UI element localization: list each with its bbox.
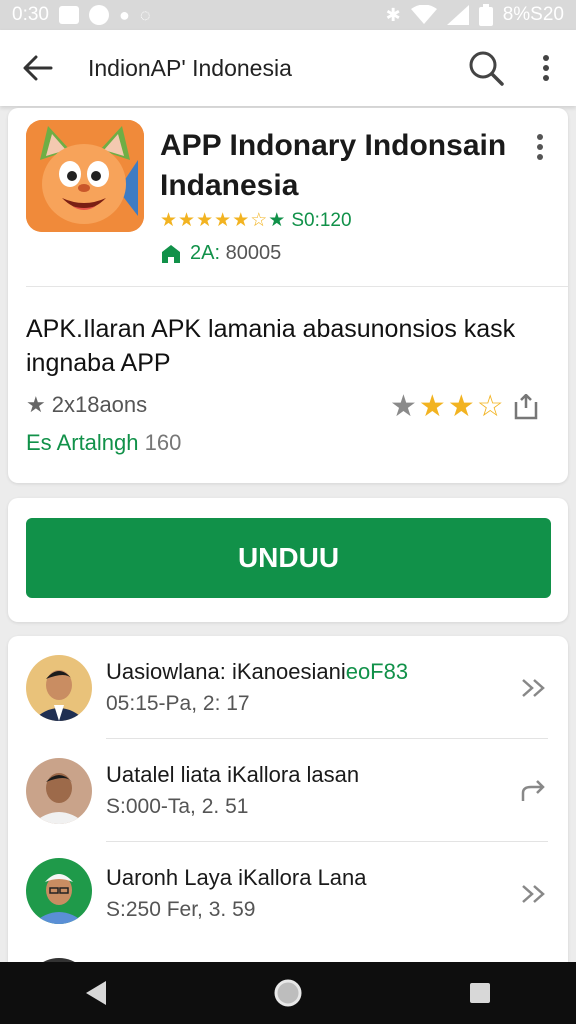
share-arrow-icon[interactable] [518, 775, 550, 807]
list-item[interactable]: Uatalel liata iKallora lasan S:000-Ta, 2… [8, 739, 568, 842]
list-item-subtitle: 05:15-Pa, 2: 17 [106, 691, 250, 715]
app-bar: IndionAP' Indonesia [0, 30, 576, 106]
nav-back-button[interactable] [66, 962, 126, 1024]
image-icon [58, 6, 79, 24]
nav-home-icon [274, 979, 302, 1007]
list-item[interactable]: Uasiowlana: iKanoesianieoF83 05:15-Pa, 2… [8, 636, 568, 739]
search-button[interactable] [456, 30, 516, 106]
app-bar-title: IndionAP' Indonesia [88, 54, 292, 81]
double-chevron-right-icon[interactable] [518, 672, 550, 704]
card-menu-button[interactable] [528, 130, 552, 164]
app-info-card: APP Indonary Indonsain Indanesia ★ ★ ★ ★… [8, 108, 568, 483]
developer-line: Es Artalngh 160 [26, 430, 181, 456]
list-item-text: Uasiowlana: iKanoesianieoF83 05:15-Pa, 2… [106, 657, 408, 719]
star-icon[interactable]: ★ [390, 392, 417, 422]
meta-text: 2x18aons [51, 392, 148, 417]
rating-value: S0:120 [291, 210, 352, 231]
status-time: 0:30 [12, 4, 49, 25]
star-icon: ★ [26, 392, 46, 417]
list-item-title: Uasiowlana: iKanoesianieoF83 [106, 657, 408, 687]
list-item[interactable]: Uaronh Laya iKallora Lana S:250 Fer, 3. … [8, 842, 568, 945]
person-avatar-icon [26, 758, 92, 824]
person-avatar-icon [26, 858, 92, 924]
search-icon [469, 51, 504, 86]
avatar [26, 655, 92, 721]
status-bar: 0:30 ● ◌ ✱ 8%S20 [0, 0, 576, 30]
related-list-card: Uasiowlana: iKanoesianieoF83 05:15-Pa, 2… [8, 636, 568, 976]
battery-icon [478, 4, 493, 26]
system-nav-bar [0, 962, 576, 1024]
install-button[interactable]: UNDUU [26, 518, 551, 598]
developer-name[interactable]: Es Artalngh [26, 430, 139, 455]
list-item-text: Uatalel liata iKallora lasan S:000-Ta, 2… [106, 760, 359, 822]
more-vert-icon [537, 134, 543, 160]
app-icon[interactable] [26, 120, 144, 232]
downloads-row: 2A: 80005 [160, 242, 281, 265]
settings-icon [88, 5, 109, 25]
alarm-icon: ◌ [139, 4, 151, 25]
card-divider [26, 286, 568, 287]
nav-back-icon [86, 981, 106, 1005]
avatar [26, 758, 92, 824]
more-options-button[interactable] [516, 30, 576, 106]
star-icon[interactable]: ★ [419, 392, 446, 422]
star-icon: ★ [268, 210, 286, 231]
downloads-prefix: 2A: [190, 242, 221, 264]
star-icon: ★ [232, 210, 250, 231]
list-item-subtitle: S:250 Fer, 3. 59 [106, 897, 256, 921]
app-title: APP Indonary Indonsain Indanesia [160, 129, 507, 202]
bluetooth-icon: ✱ [385, 4, 401, 25]
more-vert-icon [543, 55, 549, 81]
star-icon[interactable]: ☆ [477, 392, 504, 422]
double-chevron-right-icon[interactable] [518, 878, 550, 910]
person-avatar-icon [26, 655, 92, 721]
star-icon[interactable]: ★ [448, 392, 475, 422]
status-left: 0:30 ● ◌ [12, 4, 151, 26]
list-item-title: Uatalel liata iKallora lasan [106, 761, 360, 787]
install-card: UNDUU [8, 498, 568, 622]
nav-recents-icon [470, 983, 490, 1003]
star-icon: ☆ [250, 210, 268, 231]
list-item-text: Uaronh Laya iKallora Lana S:250 Fer, 3. … [106, 863, 367, 925]
list-item-subtitle: S:000-Ta, 2. 51 [106, 794, 249, 818]
list-item-title: Uaronh Laya iKallora Lana [106, 864, 367, 890]
app-description: APK.Ilaran APK lamania abasunonsios kask… [26, 315, 516, 377]
star-icon: ★ [214, 210, 232, 231]
user-rating-stars[interactable]: ★ ★ ★ ☆ [390, 392, 540, 422]
list-item-title-accent: eoF83 [345, 658, 409, 684]
downloads-text: 2A: 80005 [190, 242, 281, 265]
star-icon: ★ [196, 210, 214, 231]
battery-text: 8%S20 [502, 4, 564, 25]
mascot-icon [26, 120, 144, 232]
meta-row: ★ 2x18aons [26, 392, 147, 418]
developer-count: 160 [144, 430, 182, 455]
back-button[interactable] [0, 30, 76, 106]
store-icon [162, 244, 180, 263]
nav-home-button[interactable] [258, 962, 318, 1024]
circle-icon: ● [118, 4, 130, 25]
share-button[interactable] [512, 392, 540, 422]
downloads-value: 80005 [225, 242, 282, 264]
wifi-icon [410, 5, 437, 24]
signal-icon [446, 5, 469, 25]
star-icon: ★ [160, 210, 178, 231]
back-arrow-icon [23, 55, 53, 81]
list-item-title-main: Uasiowlana: iKanoesiani [106, 658, 346, 684]
share-icon [514, 394, 537, 420]
rating-row: ★ ★ ★ ★ ★ ☆ ★ S0:120 [160, 210, 352, 232]
avatar [26, 858, 92, 924]
small-rating-stars: ★ ★ ★ ★ ★ ☆ ★ [160, 211, 285, 231]
status-right: ✱ 8%S20 [386, 4, 564, 26]
star-icon: ★ [178, 210, 196, 231]
nav-recents-button[interactable] [450, 962, 510, 1024]
